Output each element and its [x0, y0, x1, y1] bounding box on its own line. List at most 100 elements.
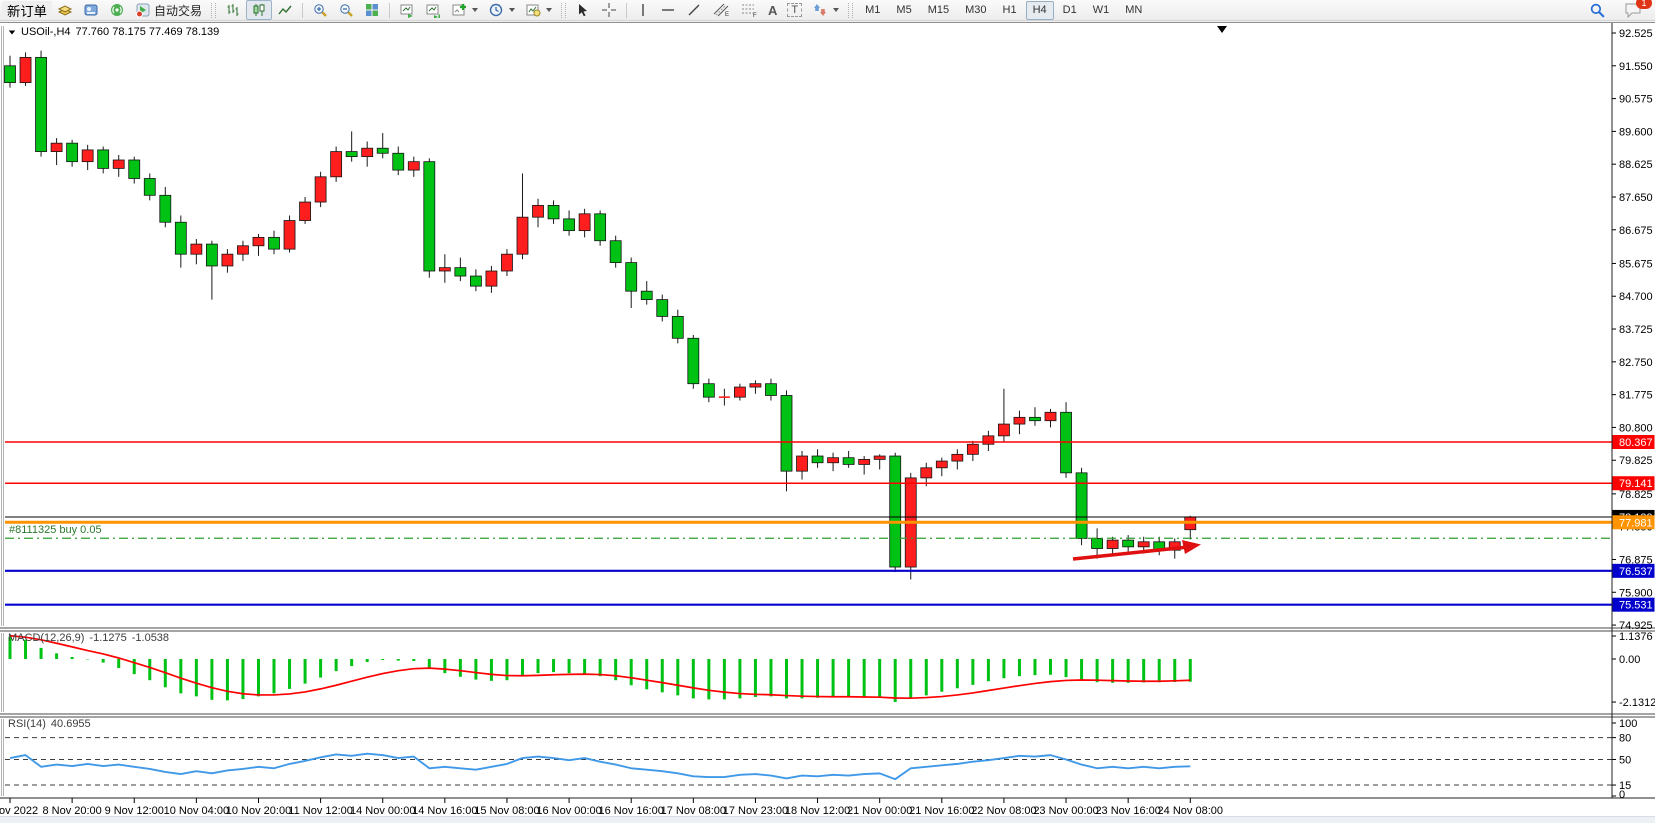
timeframe-M5[interactable]: M5	[889, 1, 918, 20]
price-tick-label: 87.650	[1619, 192, 1653, 204]
chat-icon[interactable]: 1	[1619, 0, 1647, 20]
channel-button[interactable]: E	[707, 0, 735, 20]
toolbar-grip	[561, 3, 566, 18]
price-tick-label: 91.550	[1619, 61, 1653, 73]
rsi-indicator-label: RSI(14) 40.6955	[8, 718, 91, 730]
arrows-button[interactable]	[807, 0, 844, 20]
candle	[1061, 402, 1072, 478]
candle	[315, 172, 326, 207]
chevron-down-icon	[833, 8, 839, 12]
rsi-value: 40.6955	[51, 718, 91, 730]
label-button[interactable]: T	[782, 0, 807, 20]
text-tool-glyph: A	[768, 3, 777, 18]
chart-ohlc-values: 77.760 78.175 77.469 78.139	[76, 26, 220, 38]
candle	[1076, 468, 1087, 545]
timeframe-H1[interactable]: H1	[996, 1, 1024, 20]
chart-title: USOil-,H4 77.760 78.175 77.469 78.139	[8, 26, 219, 38]
rsi-tick-label: 50	[1619, 755, 1631, 767]
status-strip	[0, 816, 1655, 823]
timeframe-M15[interactable]: M15	[921, 1, 956, 20]
timeframe-MN[interactable]: MN	[1118, 1, 1149, 20]
timeframe-D1[interactable]: D1	[1056, 1, 1084, 20]
svg-text:F: F	[753, 13, 757, 18]
zoom-in-button[interactable]	[307, 0, 333, 20]
macd-tick-label: 1.1376	[1619, 631, 1653, 643]
candle	[905, 473, 916, 580]
bar-chart-button[interactable]	[220, 0, 246, 20]
chevron-down-icon	[546, 8, 552, 12]
toolbar-grip	[848, 3, 853, 18]
price-tick-label: 86.675	[1619, 225, 1653, 237]
price-tick-label: 79.825	[1619, 455, 1653, 467]
order-line-label: #8111325 buy 0.05	[9, 524, 102, 536]
price-tick-label: 89.600	[1619, 126, 1653, 138]
macd-signal-value: -1.0538	[132, 632, 169, 644]
price-tick-label: 83.725	[1619, 324, 1653, 336]
autotrading-button[interactable]: 自动交易	[130, 0, 207, 20]
rsi-tick-label: 80	[1619, 733, 1631, 745]
timeframe-H4[interactable]: H4	[1026, 1, 1054, 20]
toolbar-right-group: 1	[1584, 0, 1647, 20]
cursor-button[interactable]	[570, 0, 596, 20]
charts-stack-icon[interactable]	[52, 0, 78, 20]
candle	[331, 147, 342, 182]
timeframe-W1[interactable]: W1	[1086, 1, 1117, 20]
toolbar: 新订单 自动交易	[0, 0, 1655, 21]
search-icon[interactable]	[1584, 0, 1611, 20]
price-tick-label: 85.675	[1619, 258, 1653, 270]
tile-windows-button[interactable]	[359, 0, 385, 20]
periods-button[interactable]	[483, 0, 520, 20]
toolbar-grip	[211, 3, 216, 18]
text-button[interactable]: A	[763, 0, 782, 20]
price-tick-label: 92.525	[1619, 28, 1653, 40]
zoom-out-button[interactable]	[333, 0, 359, 20]
trendline-button[interactable]	[681, 0, 707, 20]
chart-shift-button[interactable]	[420, 0, 446, 20]
rsi-tick-label: 0	[1619, 789, 1625, 801]
rsi-name: RSI(14)	[8, 718, 46, 730]
candlestick-chart-button[interactable]	[246, 0, 272, 20]
indicators-button[interactable]	[446, 0, 483, 20]
fibonacci-button[interactable]: F	[735, 0, 763, 20]
macd-tick-label: 0.00	[1619, 654, 1640, 666]
price-tick-label: 81.775	[1619, 390, 1653, 402]
candle	[610, 236, 621, 268]
timeframe-M30[interactable]: M30	[958, 1, 993, 20]
price-level-label-text: 80.367	[1619, 437, 1653, 449]
timeframe-group: M1M5M15M30H1H4D1W1MN	[857, 1, 1150, 20]
candle	[595, 210, 606, 245]
candle	[688, 335, 699, 389]
signals-icon[interactable]	[104, 0, 130, 20]
label-tool-glyph: T	[787, 3, 802, 17]
chat-badge: 1	[1636, 0, 1652, 9]
chevron-down-icon	[509, 8, 515, 12]
macd-main-value: -1.1275	[89, 632, 126, 644]
chart-canvas[interactable]: 92.525 91.550 90.575 89.600 88.625 87.650 86.6…	[0, 23, 1655, 818]
macd-tick-label: -2.1312	[1619, 697, 1655, 709]
new-order-button[interactable]: 新订单	[2, 1, 52, 19]
candle	[424, 158, 435, 277]
one-click-trading-toggle-icon[interactable]	[9, 30, 15, 34]
autotrading-label: 自动交易	[154, 2, 202, 19]
vertical-line-button[interactable]	[631, 0, 655, 20]
price-tick-label: 82.750	[1619, 357, 1653, 369]
chevron-down-icon	[472, 8, 478, 12]
candle	[36, 51, 47, 157]
profiles-icon[interactable]	[78, 0, 104, 20]
auto-scroll-button[interactable]	[394, 0, 420, 20]
svg-text:E: E	[725, 12, 729, 18]
price-tick-label: 90.575	[1619, 94, 1653, 106]
templates-button[interactable]	[520, 0, 557, 20]
horizontal-line-button[interactable]	[655, 0, 681, 20]
macd-indicator-label: MACD(12,26,9) -1.1275 -1.0538	[8, 632, 169, 644]
timeframe-M1[interactable]: M1	[858, 1, 887, 20]
price-tick-label: 88.625	[1619, 159, 1653, 171]
crosshair-button[interactable]	[596, 0, 622, 20]
rsi-tick-label: 100	[1619, 718, 1637, 730]
price-level-label-text: 75.531	[1619, 600, 1653, 612]
toolbar-separator	[626, 3, 627, 18]
line-chart-button[interactable]	[272, 0, 298, 20]
price-level-label-text: 76.537	[1619, 566, 1653, 578]
candle	[284, 215, 295, 252]
price-tick-label: 78.825	[1619, 489, 1653, 501]
